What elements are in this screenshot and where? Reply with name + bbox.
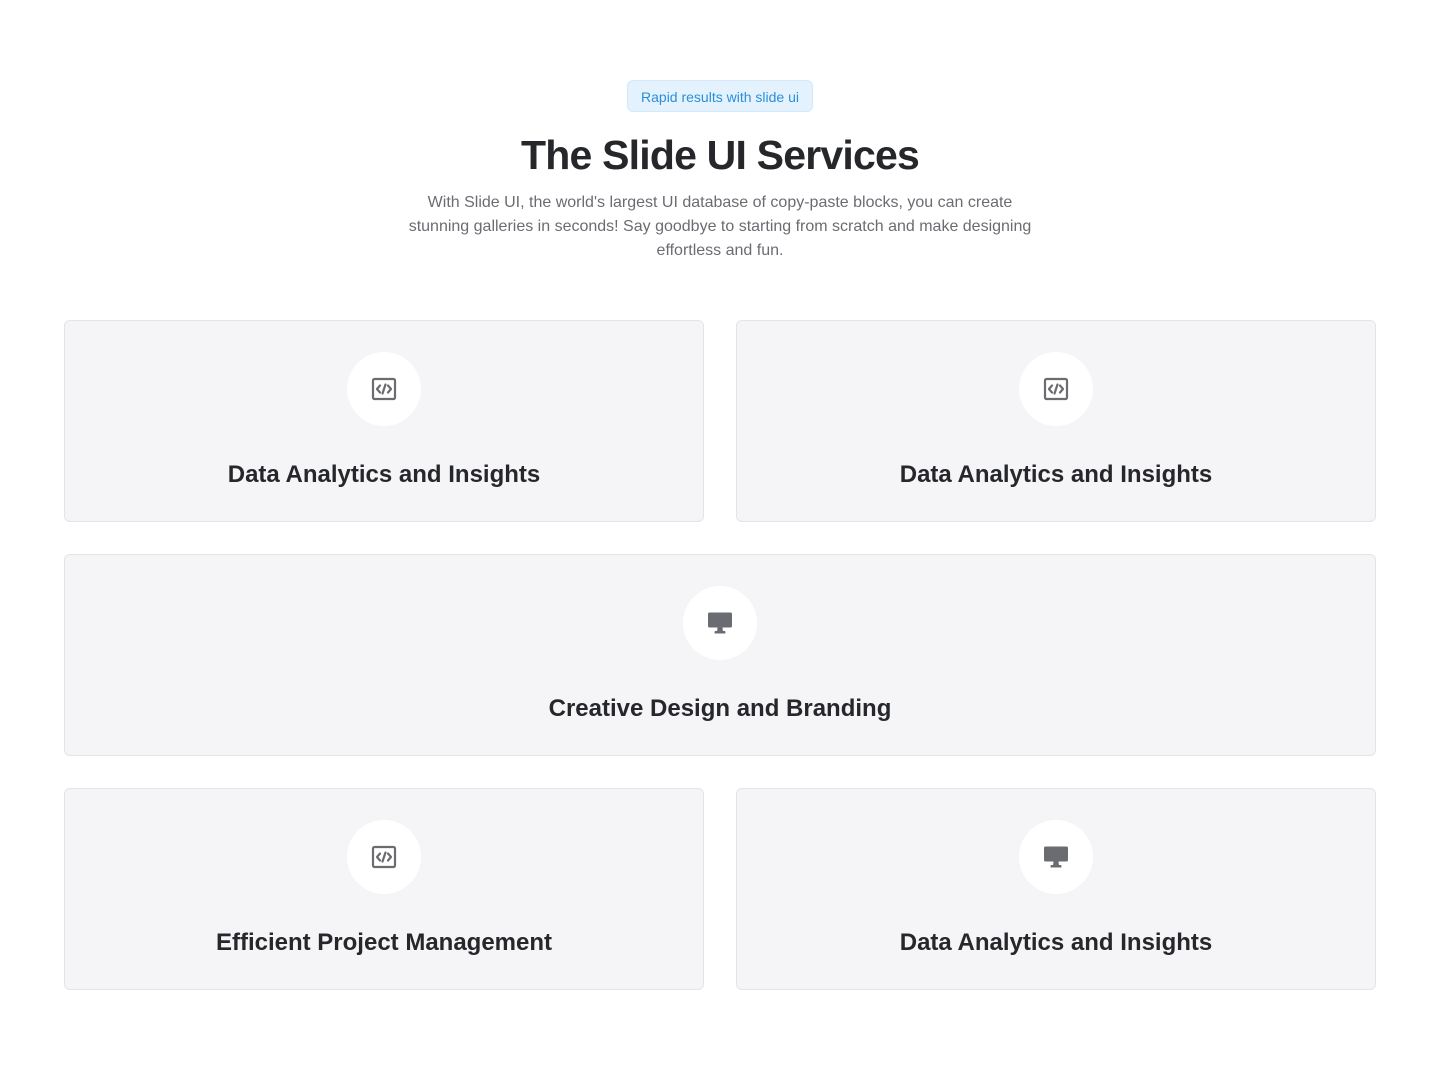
icon-badge (347, 820, 421, 894)
icon-badge (1019, 820, 1093, 894)
section-description: With Slide UI, the world's largest UI da… (408, 194, 1032, 259)
icon-badge (1019, 352, 1093, 426)
code-icon (371, 377, 397, 401)
section-header: Rapid results with slide ui The Slide UI… (0, 80, 1440, 263)
services-section: Rapid results with slide ui The Slide UI… (0, 0, 1440, 1070)
section-title: The Slide UI Services (521, 132, 920, 178)
desktop-monitor-icon (1043, 845, 1069, 869)
service-card-title: Data Analytics and Insights (899, 461, 1213, 488)
service-card: Data Analytics and Insights (64, 320, 704, 522)
service-card: Efficient Project Management (64, 788, 704, 990)
icon-badge (347, 352, 421, 426)
icon-badge (683, 586, 757, 660)
code-icon (1043, 377, 1069, 401)
service-card-title: Data Analytics and Insights (227, 461, 541, 488)
service-card: Creative Design and Branding (64, 554, 1376, 756)
desktop-monitor-icon (707, 611, 733, 635)
service-card-title: Data Analytics and Insights (899, 929, 1213, 956)
code-icon (371, 845, 397, 869)
service-card-title: Efficient Project Management (215, 929, 553, 956)
service-card: Data Analytics and Insights (736, 320, 1376, 522)
service-card-title: Creative Design and Branding (548, 695, 892, 722)
service-card: Data Analytics and Insights (736, 788, 1376, 990)
tagline-badge: Rapid results with slide ui (627, 80, 813, 112)
